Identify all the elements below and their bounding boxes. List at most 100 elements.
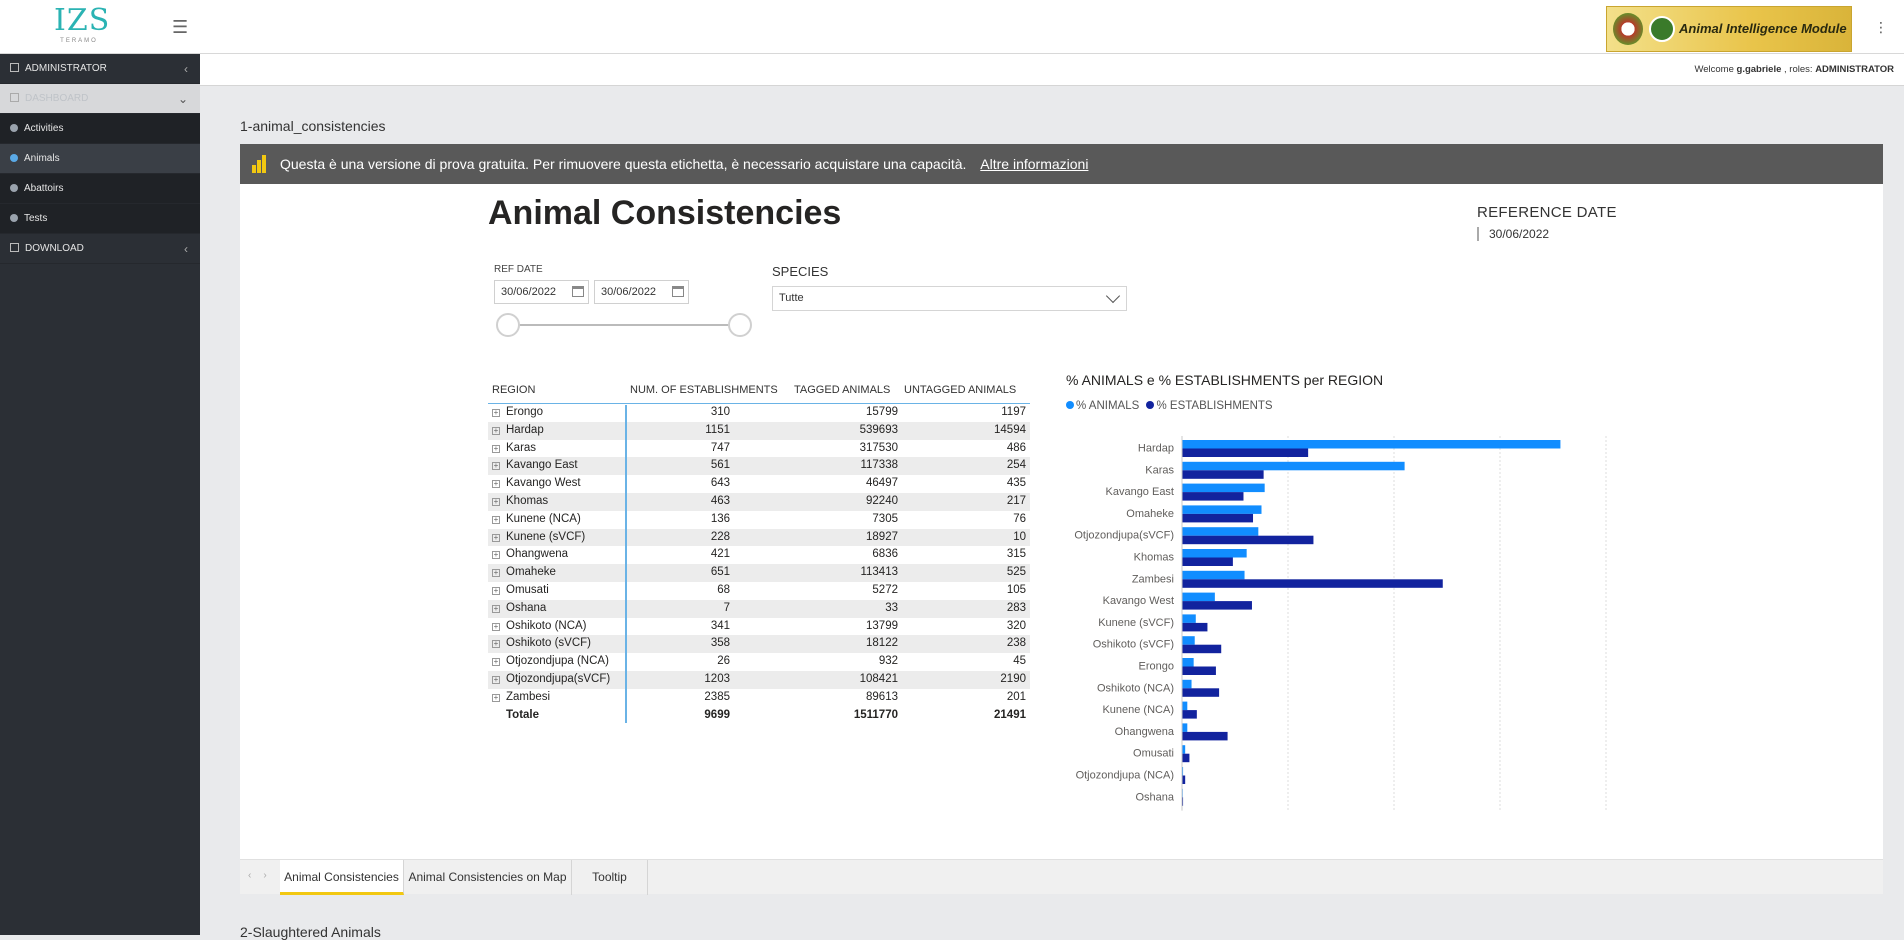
expand-icon[interactable]: + [492,497,500,506]
establishments-value: 643 [710,477,730,490]
expand-icon[interactable]: + [492,675,500,684]
bar-establishments[interactable] [1182,535,1314,545]
sidebar-item-label: DASHBOARD [25,93,89,104]
col-header-establishments[interactable]: NUM. OF ESTABLISHMENTS [630,384,778,396]
tab-tooltip[interactable]: Tooltip [572,860,648,895]
region-name: Kavango East [506,459,578,472]
bar-animals[interactable] [1182,679,1192,689]
calendar-icon[interactable] [672,286,684,297]
hamburger-menu-icon[interactable]: ☰ [172,18,188,36]
col-header-untagged[interactable]: UNTAGGED ANIMALS [904,384,1016,396]
sidebar-item-dashboard[interactable]: DASHBOARD ⌄ [0,84,200,114]
bar-establishments[interactable] [1182,601,1252,610]
trial-more-info-link[interactable]: Altre informazioni [980,156,1088,172]
calendar-icon[interactable] [572,286,584,297]
bar-establishments[interactable] [1182,579,1443,588]
bar-animals[interactable] [1182,483,1265,493]
date-slider-end-handle[interactable] [728,313,752,337]
expand-icon[interactable]: + [492,444,500,453]
expand-icon[interactable]: + [492,693,500,702]
menu-icon [10,243,19,252]
legend-label-establishments: % ESTABLISHMENTS [1156,400,1273,412]
izs-logo[interactable]: IZS TERAMO [54,4,109,50]
table-row[interactable]: + Omaheke 651 113413 525 [488,564,1030,582]
region-name: Otjozondjupa (NCA) [506,655,609,668]
table-row[interactable]: + Erongo 310 15799 1197 [488,404,1030,422]
bar-animals[interactable] [1182,505,1262,514]
expand-icon[interactable]: + [492,586,500,595]
bar-animals[interactable] [1182,636,1195,645]
bar-animals[interactable] [1182,723,1188,732]
sidebar-item-tests[interactable]: Tests [0,204,200,234]
expand-icon[interactable]: + [492,569,500,578]
untagged-value: 254 [1006,459,1026,472]
table-row[interactable]: + Kunene (NCA) 136 7305 76 [488,511,1030,529]
bar-animals[interactable] [1182,570,1245,580]
bar-establishments[interactable] [1182,622,1208,632]
expand-icon[interactable]: + [492,515,500,524]
bar-animals[interactable] [1182,549,1247,558]
table-row[interactable]: + Ohangwena 421 6836 315 [488,546,1030,564]
bar-establishments[interactable] [1182,470,1264,479]
expand-icon[interactable]: + [492,426,500,435]
bar-establishments[interactable] [1182,557,1233,567]
tab-animal-consistencies-map[interactable]: Animal Consistencies on Map [404,860,572,895]
expand-icon[interactable]: + [492,533,500,542]
table-row[interactable]: + Hardap 1151 539693 14594 [488,421,1030,440]
bar-establishments[interactable] [1182,666,1216,676]
expand-icon[interactable]: + [492,551,500,560]
table-row[interactable]: + Oshikoto (NCA) 341 13799 320 [488,618,1030,636]
total-establishments: 9699 [704,708,730,721]
table-row[interactable]: + Kavango West 643 46497 435 [488,475,1030,493]
date-slider-start-handle[interactable] [496,313,520,337]
region-name: Oshana [506,601,547,614]
kebab-menu-icon[interactable]: ⋮ [1874,20,1888,34]
col-header-tagged[interactable]: TAGGED ANIMALS [794,384,890,396]
sidebar-item-animals[interactable]: Animals [0,144,200,174]
bar-animals[interactable] [1182,614,1196,623]
table-row[interactable]: + Oshana 7 33 283 [488,599,1030,618]
tab-animal-consistencies[interactable]: Animal Consistencies [280,860,404,895]
expand-icon[interactable]: + [492,462,500,471]
expand-icon[interactable]: + [492,622,500,631]
bar-establishments[interactable] [1182,492,1244,501]
bar-establishments[interactable] [1182,731,1228,741]
table-row[interactable]: + Khomas 463 92240 217 [488,492,1030,511]
establishments-value: 1151 [705,423,730,436]
table-row[interactable]: + Otjozondjupa (NCA) 26 932 45 [488,653,1030,671]
table-row[interactable]: + Zambesi 2385 89613 201 [488,689,1030,707]
bar-establishments[interactable] [1182,448,1309,458]
bar-animals[interactable] [1182,701,1188,711]
bar-animals[interactable] [1182,461,1405,471]
bar-establishments[interactable] [1182,644,1222,654]
sidebar-item-activities[interactable]: Activities [0,114,200,144]
date-from-input[interactable]: 30/06/2022 [494,280,589,304]
bar-animals[interactable] [1182,592,1215,602]
table-row[interactable]: + Kunene (sVCF) 228 18927 10 [488,528,1030,547]
expand-icon[interactable]: + [492,640,500,649]
expand-icon[interactable]: + [492,480,500,489]
bar-animals[interactable] [1182,658,1194,667]
bar-animals[interactable] [1182,440,1561,449]
sidebar-item-administrator[interactable]: ADMINISTRATOR ‹ [0,54,200,84]
bar-establishments[interactable] [1182,753,1190,763]
date-slider-track[interactable] [504,324,742,326]
expand-icon[interactable]: + [492,658,500,667]
date-to-input[interactable]: 30/06/2022 [594,280,689,304]
bar-establishments[interactable] [1182,688,1220,697]
bar-establishments[interactable] [1182,513,1254,523]
page-nav-arrows[interactable]: ‹› [248,870,279,881]
table-row[interactable]: + Kavango East 561 117338 254 [488,457,1030,476]
species-dropdown[interactable]: Tutte [772,286,1127,311]
table-row[interactable]: + Karas 747 317530 486 [488,440,1030,458]
expand-icon[interactable]: + [492,409,500,417]
bar-animals[interactable] [1182,527,1259,536]
table-row[interactable]: + Oshikoto (sVCF) 358 18122 238 [488,635,1030,654]
bar-establishments[interactable] [1182,710,1197,719]
expand-icon[interactable]: + [492,604,500,613]
sidebar-item-abattoirs[interactable]: Abattoirs [0,174,200,204]
sidebar-item-download[interactable]: DOWNLOAD ‹ [0,234,200,264]
col-header-region[interactable]: REGION [492,384,535,396]
table-row[interactable]: + Otjozondjupa(sVCF) 1203 108421 2190 [488,670,1030,689]
table-row[interactable]: + Omusati 68 5272 105 [488,582,1030,600]
